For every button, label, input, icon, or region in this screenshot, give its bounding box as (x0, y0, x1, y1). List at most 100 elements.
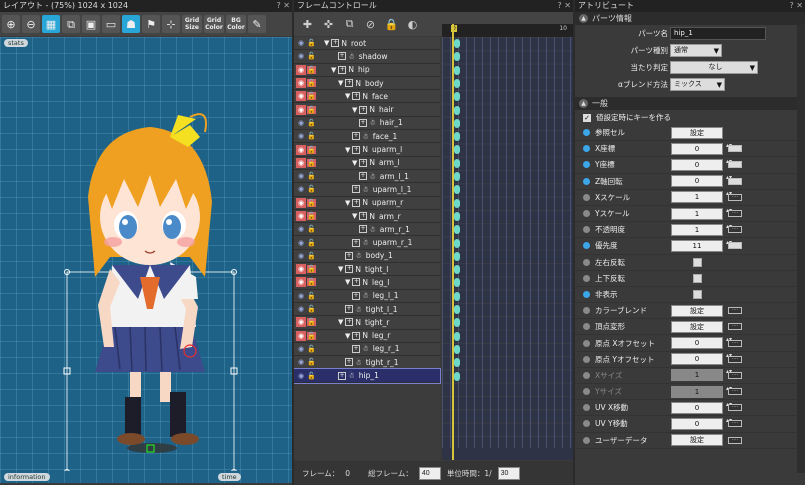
character-figure[interactable] (0, 37, 292, 471)
add-null-icon[interactable]: ✜ (321, 17, 336, 32)
keyframe-marker[interactable] (454, 211, 460, 221)
keyframe-marker[interactable] (454, 331, 460, 341)
plus-box-icon[interactable]: + (352, 278, 361, 287)
keyframe-marker[interactable] (454, 39, 460, 48)
plus-box-icon[interactable]: + (352, 344, 360, 353)
unlock-icon[interactable]: 🔓 (307, 105, 316, 114)
plus-box-icon[interactable]: + (345, 305, 353, 314)
eye-icon[interactable]: ◉ (296, 317, 306, 328)
key-dot-icon[interactable] (583, 145, 590, 153)
crosshair-icon[interactable]: ⊹ (162, 15, 180, 33)
part-row-leg_r[interactable]: ◉ 🔓 ▼ + Nleg_r (294, 329, 440, 343)
keyframe-marker[interactable] (454, 118, 460, 128)
unlock-icon[interactable]: 🔓 (307, 305, 316, 313)
part-type-select[interactable]: 通常 (670, 44, 722, 57)
part-row-shadow[interactable]: ◉ 🔓 + ☃ shadow (294, 50, 440, 64)
attr-number-input[interactable]: 0 (671, 158, 733, 171)
plus-box-icon[interactable]: + (338, 371, 346, 380)
plus-box-icon[interactable]: + (359, 212, 368, 220)
unit-time-select[interactable] (497, 466, 520, 480)
expand-triangle-icon[interactable]: ▼ (352, 159, 357, 167)
part-row-face_1[interactable]: ◉ 🔓 + ☃ face_1 (294, 130, 440, 144)
timeline-grid[interactable] (442, 37, 573, 448)
part-row-uparm_r[interactable]: ◉ 🔓 ▼ + Nuparm_r (294, 196, 440, 210)
eye-icon[interactable]: ◉ (296, 144, 306, 155)
expand-triangle-icon[interactable]: ▼ (345, 92, 350, 100)
eye-icon[interactable]: ◉ (296, 184, 306, 194)
keyframe-marker[interactable] (454, 92, 460, 102)
unlock-icon[interactable]: 🔓 (307, 198, 316, 207)
timeline-ruler[interactable]: 0 10 (442, 24, 573, 37)
key-dot-icon[interactable] (583, 274, 590, 282)
key-dot-icon[interactable] (583, 226, 590, 234)
part-row-tight_r[interactable]: ◉ 🔓 ▼ + Ntight_r (294, 316, 440, 330)
unlock-icon[interactable]: 🔓 (307, 372, 316, 380)
plus-box-icon[interactable]: + (338, 52, 346, 61)
unlock-icon[interactable]: 🔓 (307, 79, 316, 88)
part-row-tight_r_1[interactable]: ◉ 🔓 + ☃ tight_r_1 (294, 356, 440, 370)
key-dot-icon[interactable] (583, 193, 590, 201)
eye-icon[interactable]: ◉ (296, 224, 306, 234)
eye-icon[interactable]: ◉ (296, 171, 306, 181)
attr-number-input[interactable]: 0 (671, 401, 733, 414)
eye-icon[interactable]: ◉ (296, 64, 306, 75)
blend-select[interactable]: ミックス (670, 78, 725, 91)
plus-box-icon[interactable]: + (352, 331, 361, 340)
eye-icon[interactable]: ◉ (296, 211, 306, 221)
key-dot-icon[interactable] (583, 355, 590, 363)
panel-help-close-icon[interactable]: ? ✕ (558, 0, 572, 12)
eye-icon[interactable]: ◉ (296, 238, 306, 248)
attr-checkbox[interactable] (693, 257, 702, 267)
unlock-icon[interactable]: 🔓 (307, 331, 316, 340)
unlock-icon[interactable]: 🔓 (307, 92, 316, 101)
unlock-icon[interactable]: 🔓 (307, 145, 316, 154)
part-row-tight_l[interactable]: ◉ 🔓 ▼ + Ntight_l (294, 263, 440, 277)
curve-bar-icon[interactable] (728, 242, 742, 250)
plus-box-icon[interactable]: + (352, 238, 360, 247)
curve-dots-icon[interactable]: ···· (728, 420, 742, 428)
part-row-leg_l[interactable]: ◉ 🔓 ▼ + Nleg_l (294, 276, 440, 290)
key-dot-icon[interactable] (583, 307, 590, 315)
key-dot-icon[interactable] (583, 177, 590, 185)
attr-set-button[interactable]: 設定 (671, 126, 723, 139)
eye-icon[interactable]: ◉ (296, 291, 306, 301)
keyframe-marker[interactable] (454, 105, 460, 115)
unlock-icon[interactable]: 🔓 (307, 252, 316, 260)
eyedropper-icon[interactable]: ✎ (248, 15, 266, 33)
curve-bar-icon[interactable] (728, 145, 742, 153)
panel-help-close-icon[interactable]: ? ✕ (277, 0, 291, 12)
attr-number-input[interactable]: 0 (671, 175, 733, 188)
expand-triangle-icon[interactable]: ▼ (331, 66, 336, 74)
plus-box-icon[interactable]: + (345, 265, 354, 274)
keyframe-marker[interactable] (454, 145, 460, 155)
unlock-icon[interactable]: 🔓 (307, 358, 316, 366)
eye-icon[interactable]: ◉ (296, 304, 306, 314)
attr-number-input[interactable]: 0 (671, 337, 733, 350)
curve-dots-icon[interactable]: ···· (728, 193, 742, 201)
expand-triangle-icon[interactable]: ▼ (338, 265, 343, 273)
copy-part-icon[interactable]: ⧉ (342, 17, 357, 32)
part-row-tight_l_1[interactable]: ◉ 🔓 + ☃ tight_l_1 (294, 302, 440, 317)
grid-icon[interactable]: ▦ (42, 15, 60, 33)
attr-number-input[interactable]: 11 (671, 239, 733, 252)
expand-triangle-icon[interactable]: ▼ (338, 79, 343, 87)
curve-dots-icon[interactable]: ···· (728, 323, 742, 331)
unlock-icon[interactable]: 🔓 (307, 278, 316, 287)
curve-dots-icon[interactable]: ···· (728, 210, 742, 218)
eye-icon[interactable]: ◉ (296, 357, 306, 367)
part-row-hip[interactable]: ◉ 🔓 ▼ + Nhip (294, 63, 440, 77)
eye-icon[interactable]: ◉ (296, 38, 306, 48)
plus-box-icon[interactable]: + (352, 291, 360, 300)
lock-icon[interactable]: 🔒 (384, 17, 399, 32)
eye-icon[interactable]: ◉ (296, 131, 306, 141)
eye-icon[interactable]: ◉ (296, 78, 306, 89)
panel-help-close-icon[interactable]: ? ✕ (790, 0, 804, 12)
unlock-icon[interactable]: 🔓 (307, 132, 316, 140)
curve-dots-icon[interactable]: ···· (728, 307, 742, 315)
part-row-arm_l_1[interactable]: ◉ 🔓 + ☃ arm_l_1 (294, 169, 440, 184)
curve-dots-icon[interactable]: ···· (728, 371, 742, 379)
eye-icon[interactable]: ◉ (296, 330, 306, 341)
part-row-body[interactable]: ◉ 🔓 ▼ + Nbody (294, 76, 440, 91)
unlock-icon[interactable]: 🔓 (307, 39, 316, 47)
unlock-icon[interactable]: 🔓 (307, 172, 316, 180)
